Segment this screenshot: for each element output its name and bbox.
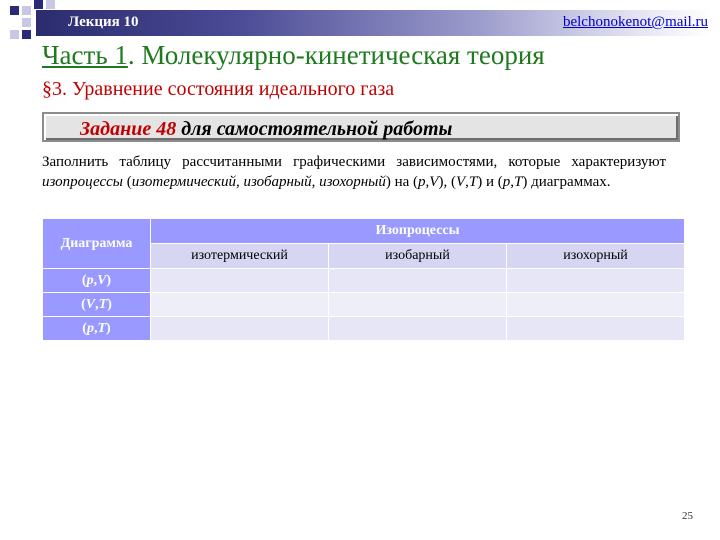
decor-square-4 xyxy=(22,18,31,27)
table-cell[interactable] xyxy=(505,268,686,293)
isoprocess-table: Диаграмма Изопроцессы изотермический изо… xyxy=(42,218,686,341)
table-cell[interactable] xyxy=(505,292,686,317)
title-part-link[interactable]: Часть 1 xyxy=(42,40,128,70)
row-label-pV: (p,V) xyxy=(42,268,151,293)
table-cell[interactable] xyxy=(150,316,329,341)
table-row: (p,V) xyxy=(42,268,686,293)
decor-square-6 xyxy=(10,30,19,39)
column-header-isochoric: изохорный xyxy=(505,243,686,269)
table-cell[interactable] xyxy=(328,292,507,317)
lecture-label: Лекция 10 xyxy=(68,14,139,30)
row-label-pT: (p,T) xyxy=(42,316,151,341)
task-banner: Задание 48 для самостоятельной работы xyxy=(42,112,680,142)
decor-square-3 xyxy=(34,0,43,9)
decor-square-2 xyxy=(22,6,31,15)
task-rest: для самостоятельной работы xyxy=(176,118,453,140)
task-title: Задание 48 для самостоятельной работы xyxy=(80,118,452,141)
page-title: Часть 1. Молекулярно-кинетическая теория xyxy=(42,40,545,71)
table-cell[interactable] xyxy=(150,292,329,317)
column-header-isobaric: изобарный xyxy=(328,243,507,269)
table-cell[interactable] xyxy=(505,316,686,341)
table-cell[interactable] xyxy=(150,268,329,293)
table-cell[interactable] xyxy=(328,316,507,341)
title-rest: . Молекулярно-кинетическая теория xyxy=(127,40,545,70)
task-label: Задание 48 xyxy=(80,118,177,140)
decor-square-5 xyxy=(22,30,31,39)
decor-square-7 xyxy=(46,0,55,9)
decor-square-1 xyxy=(10,6,19,15)
table-row: (p,T) xyxy=(42,316,686,341)
row-label-VT: (V,T) xyxy=(42,292,151,317)
diagram-column-header: Диаграмма xyxy=(42,218,151,269)
column-header-isothermal: изотермический xyxy=(150,243,329,269)
page-number: 25 xyxy=(682,510,693,522)
table-row: (V,T) xyxy=(42,292,686,317)
isoprocesses-group-header: Изопроцессы xyxy=(149,218,686,244)
email-link[interactable]: belchonokenot@mail.ru xyxy=(563,14,708,31)
task-description: Заполнить таблицу рассчитанными графичес… xyxy=(42,154,666,190)
table-cell[interactable] xyxy=(328,268,507,293)
page-subtitle: §3. Уравнение состояния идеального газа xyxy=(42,78,395,100)
